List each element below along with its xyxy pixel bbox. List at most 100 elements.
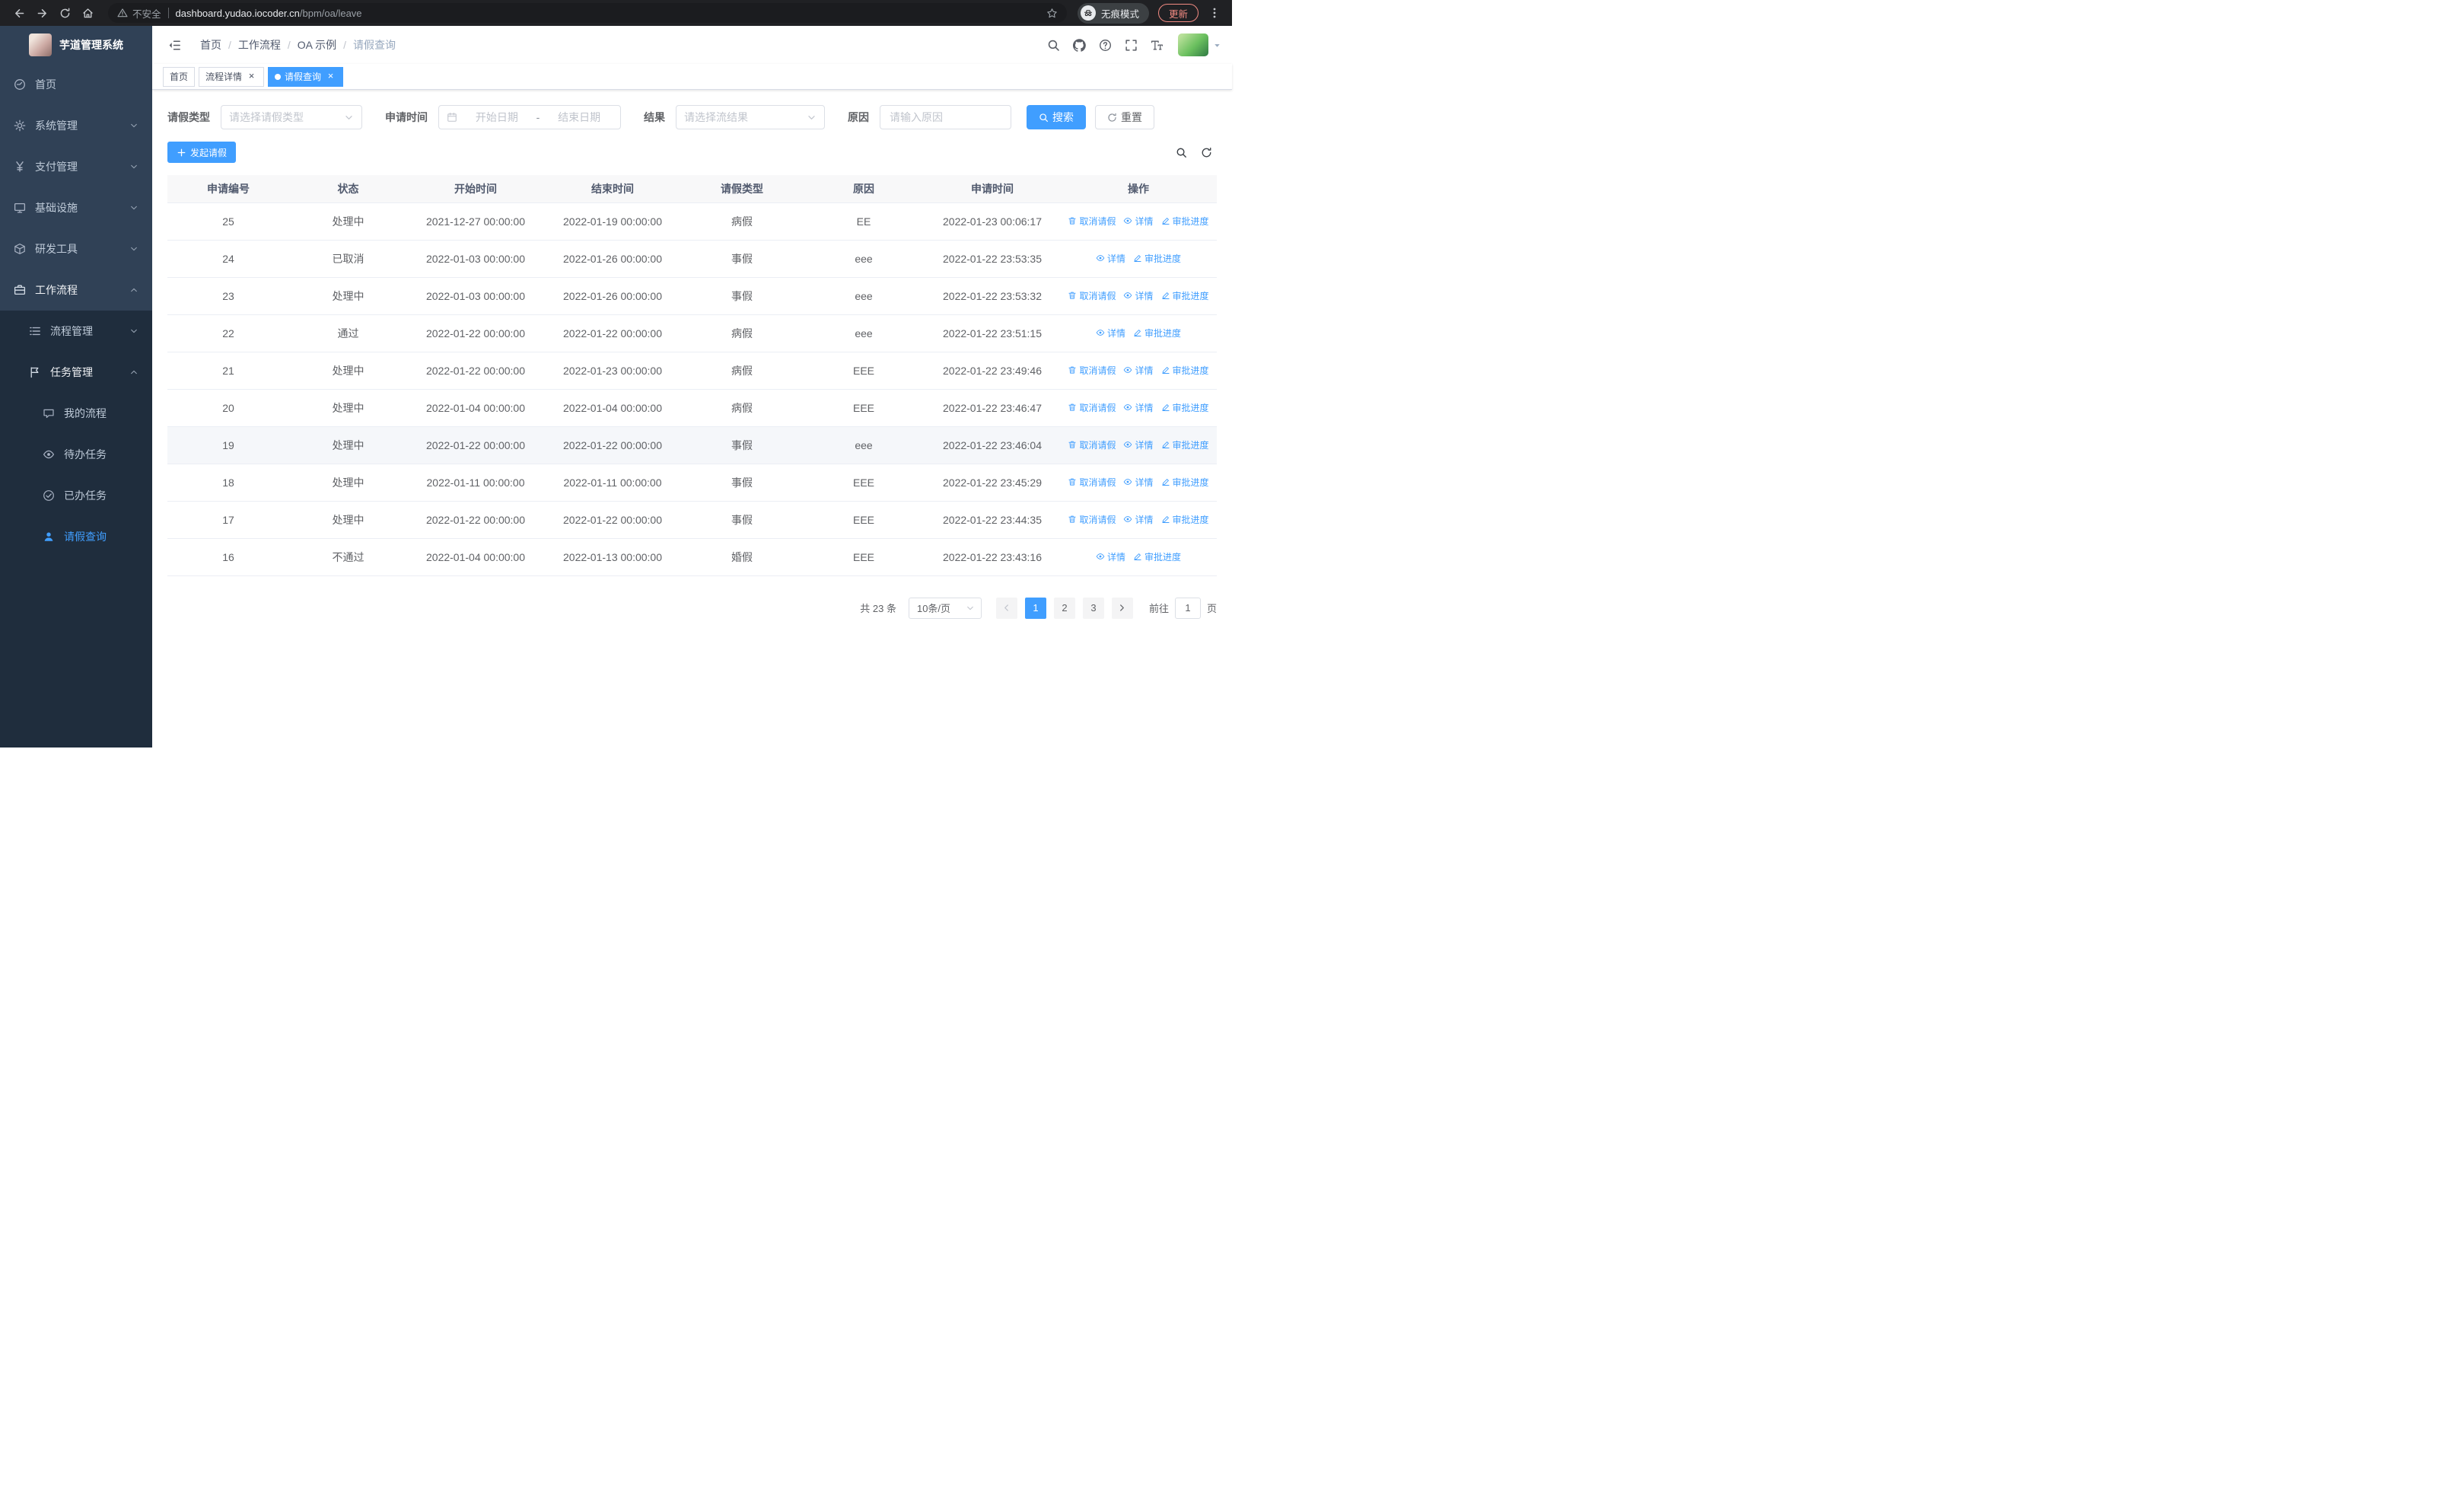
- search-button[interactable]: 搜索: [1027, 105, 1086, 129]
- progress-action-button[interactable]: 审批进度: [1133, 327, 1181, 339]
- security-warning[interactable]: 不安全: [117, 6, 161, 21]
- help-icon[interactable]: [1099, 39, 1112, 52]
- table-refresh-icon[interactable]: [1201, 147, 1212, 158]
- progress-action-button[interactable]: 审批进度: [1161, 401, 1209, 414]
- navbar: 首页 / 工作流程 / OA 示例 / 请假查询: [152, 26, 1232, 64]
- progress-action-button[interactable]: 审批进度: [1133, 252, 1181, 265]
- detail-action-button[interactable]: 详情: [1096, 252, 1125, 265]
- detail-action-button[interactable]: 详情: [1123, 364, 1154, 377]
- progress-action-button[interactable]: 审批进度: [1161, 476, 1209, 489]
- cancel-action-button[interactable]: 取消请假: [1068, 513, 1116, 526]
- table-search-toggle-icon[interactable]: [1176, 147, 1187, 158]
- sidebar-item[interactable]: 支付管理: [0, 146, 152, 187]
- create-leave-button[interactable]: 发起请假: [167, 142, 237, 163]
- reason-input[interactable]: [880, 105, 1011, 129]
- edit-icon: [1161, 365, 1170, 375]
- sidebar-item[interactable]: 已办任务: [0, 475, 152, 516]
- cancel-action-button[interactable]: 取消请假: [1068, 401, 1116, 414]
- leave-type-select[interactable]: 请选择请假类型: [221, 105, 362, 129]
- result-select[interactable]: 请选择流结果: [676, 105, 825, 129]
- sidebar-item[interactable]: 研发工具: [0, 228, 152, 269]
- pagination: 共 23 条 10条/页 123 前往 页: [167, 597, 1217, 619]
- browser-back-icon[interactable]: [9, 3, 29, 23]
- cell-type: 事假: [681, 426, 803, 464]
- detail-action-button[interactable]: 详情: [1123, 215, 1154, 228]
- user-menu[interactable]: [1178, 33, 1221, 56]
- browser-menu-icon[interactable]: [1206, 7, 1223, 19]
- sidebar-item[interactable]: 我的流程: [0, 393, 152, 434]
- pagination-prev-button[interactable]: [995, 597, 1017, 619]
- cell-start: 2021-12-27 00:00:00: [407, 202, 544, 241]
- action-label: 详情: [1135, 365, 1154, 376]
- goto-page-input[interactable]: [1174, 597, 1201, 619]
- sidebar-item[interactable]: 基础设施: [0, 187, 152, 228]
- breadcrumb-item[interactable]: 首页: [200, 37, 221, 53]
- start-date-placeholder: 开始日期: [475, 111, 518, 123]
- pagination-next-button[interactable]: [1111, 597, 1133, 619]
- sidebar-item[interactable]: 流程管理: [0, 311, 152, 352]
- cancel-action-button[interactable]: 取消请假: [1068, 476, 1116, 489]
- pagination-page-3[interactable]: 3: [1082, 597, 1104, 619]
- cube-icon: [14, 243, 26, 255]
- cell-start: 2022-01-03 00:00:00: [407, 277, 544, 315]
- fullscreen-icon[interactable]: [1125, 39, 1138, 52]
- detail-action-button[interactable]: 详情: [1123, 513, 1154, 526]
- sidebar-item[interactable]: 工作流程: [0, 269, 152, 311]
- edit-icon: [1133, 328, 1142, 337]
- action-label: 审批进度: [1144, 551, 1182, 563]
- progress-action-button[interactable]: 审批进度: [1133, 550, 1181, 563]
- cancel-action-button[interactable]: 取消请假: [1068, 364, 1116, 377]
- detail-action-button[interactable]: 详情: [1123, 476, 1154, 489]
- browser-update-button[interactable]: 更新: [1157, 4, 1199, 22]
- progress-action-button[interactable]: 审批进度: [1161, 215, 1209, 228]
- cell-apply_time: 2022-01-22 23:45:29: [925, 464, 1060, 502]
- cancel-action-button[interactable]: 取消请假: [1068, 289, 1116, 302]
- page-size-select[interactable]: 10条/页: [908, 597, 982, 619]
- progress-action-button[interactable]: 审批进度: [1161, 513, 1209, 526]
- app-logo[interactable]: 芋道管理系统: [0, 26, 152, 64]
- close-icon[interactable]: ×: [246, 71, 257, 82]
- github-icon[interactable]: [1073, 38, 1086, 52]
- header-search-icon[interactable]: [1047, 39, 1060, 52]
- bookmark-star-icon[interactable]: [1046, 8, 1058, 19]
- page-size-value: 10条/页: [916, 603, 951, 614]
- font-size-icon[interactable]: [1151, 39, 1164, 52]
- reset-button[interactable]: 重置: [1095, 105, 1154, 129]
- sidebar-item[interactable]: 任务管理: [0, 352, 152, 393]
- sidebar-collapse-icon[interactable]: [163, 38, 186, 53]
- progress-action-button[interactable]: 审批进度: [1161, 438, 1209, 451]
- sidebar-item[interactable]: 请假查询: [0, 516, 152, 557]
- detail-action-button[interactable]: 详情: [1123, 289, 1154, 302]
- sidebar-item[interactable]: 系统管理: [0, 105, 152, 146]
- sidebar-item[interactable]: 首页: [0, 64, 152, 105]
- sidebar-item-label: 待办任务: [64, 448, 107, 461]
- breadcrumb-item[interactable]: OA 示例: [298, 37, 336, 53]
- cell-end: 2022-01-26 00:00:00: [544, 240, 681, 278]
- progress-action-button[interactable]: 审批进度: [1161, 364, 1209, 377]
- breadcrumb-item[interactable]: 工作流程: [238, 37, 281, 53]
- close-icon[interactable]: ×: [325, 71, 336, 82]
- tag-tab[interactable]: 首页: [163, 66, 196, 87]
- detail-action-button[interactable]: 详情: [1123, 401, 1154, 414]
- browser-reload-icon[interactable]: [55, 3, 75, 23]
- sidebar-item[interactable]: 待办任务: [0, 434, 152, 475]
- cancel-action-button[interactable]: 取消请假: [1068, 438, 1116, 451]
- detail-action-button[interactable]: 详情: [1123, 438, 1154, 451]
- detail-action-button[interactable]: 详情: [1096, 550, 1125, 563]
- cancel-action-button[interactable]: 取消请假: [1068, 215, 1116, 228]
- browser-home-icon[interactable]: [78, 3, 97, 23]
- end-date-placeholder: 结束日期: [558, 111, 601, 123]
- tag-tab[interactable]: 流程详情 ×: [199, 66, 265, 87]
- address-bar[interactable]: 不安全 dashboard.yudao.iocoder.cn/bpm/oa/le…: [108, 3, 1067, 23]
- detail-action-button[interactable]: 详情: [1096, 327, 1125, 339]
- delete-icon: [1068, 216, 1077, 225]
- apply-time-range-picker[interactable]: 开始日期 - 结束日期: [438, 105, 621, 129]
- progress-action-button[interactable]: 审批进度: [1161, 289, 1209, 302]
- delete-icon: [1068, 440, 1077, 449]
- browser-forward-icon[interactable]: [32, 3, 52, 23]
- pagination-page-1[interactable]: 1: [1024, 597, 1046, 619]
- cell-actions: 取消请假 详情 审批进度: [1060, 501, 1217, 539]
- tag-tab[interactable]: 请假查询 ×: [268, 66, 344, 87]
- pagination-page-2[interactable]: 2: [1053, 597, 1075, 619]
- tab-label: 流程详情: [205, 72, 243, 82]
